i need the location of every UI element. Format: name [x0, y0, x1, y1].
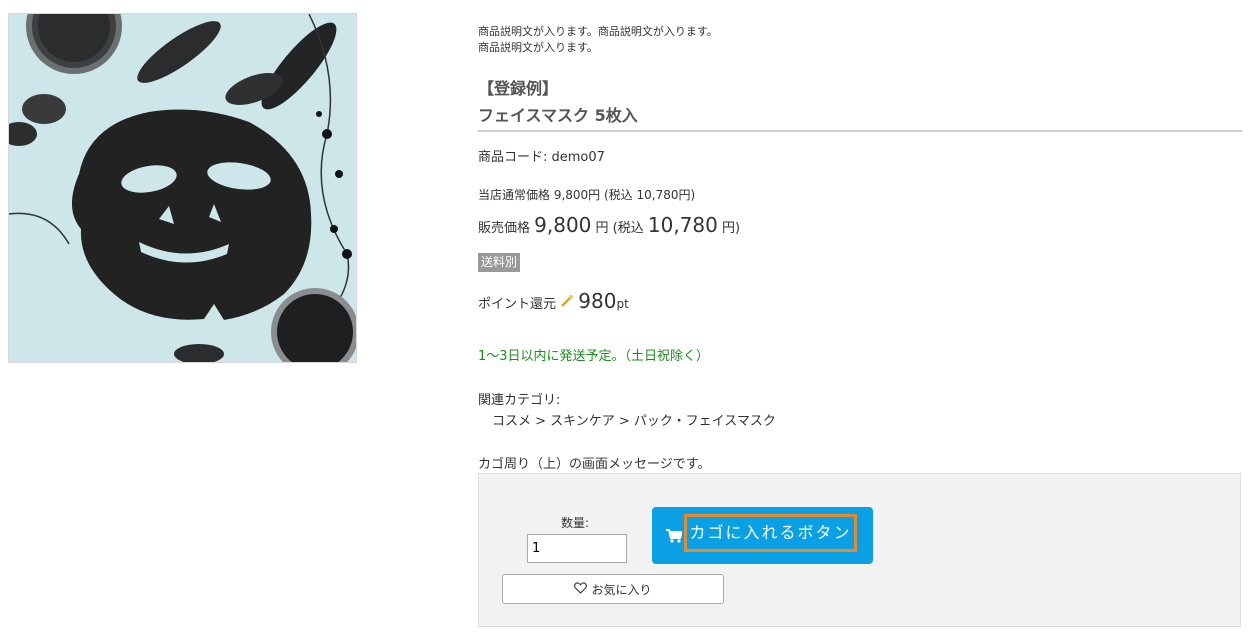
- delivery-note: 1〜3日以内に発送予定。（土日祝除く）: [478, 349, 710, 364]
- quantity-input[interactable]: [527, 534, 627, 563]
- points-row: ポイント還元 980pt: [478, 289, 629, 313]
- product-code: demo07: [551, 150, 605, 165]
- cart-message: カゴ周り（上）の画面メッセージです。: [478, 457, 711, 472]
- title-divider: [478, 130, 1242, 132]
- sale-price: 9,800: [534, 213, 592, 237]
- cart-box: 数量: カゴに入れるボタン お気に入り: [478, 473, 1241, 627]
- add-to-cart-label: カゴに入れるボタン: [684, 514, 857, 552]
- product-code-label: 商品コード:: [478, 150, 552, 165]
- sale-price-tax: 10,780: [647, 213, 718, 237]
- favorite-button[interactable]: お気に入り: [502, 574, 724, 604]
- quantity-label: 数量:: [561, 516, 590, 530]
- sale-price-row: 販売価格 9,800 円 (税込 10,780 円): [478, 213, 740, 237]
- category-label: 関連カテゴリ:: [478, 393, 561, 408]
- heart-icon: [574, 581, 588, 597]
- add-to-cart-button[interactable]: カゴに入れるボタン: [652, 507, 873, 564]
- description-line-1: 商品説明文が入ります。商品説明文が入ります。: [478, 25, 718, 38]
- points-label: ポイント還元: [478, 297, 561, 312]
- product-title: フェイスマスク 5枚入: [478, 106, 638, 125]
- sale-price-label: 販売価格: [478, 221, 535, 236]
- favorite-label: お気に入り: [591, 582, 652, 597]
- sale-price-yen-close: 円): [717, 221, 741, 236]
- registration-label: 【登録例】: [478, 79, 559, 98]
- points-value: 980: [578, 289, 617, 313]
- face-mask-photo: [9, 14, 356, 362]
- points-unit: pt: [616, 297, 629, 311]
- cart-icon: [666, 528, 684, 547]
- product-description: 商品説明文が入ります。商品説明文が入ります。 商品説明文が入ります。: [478, 24, 718, 56]
- shipping-badge: 送料別: [478, 253, 521, 272]
- product-image: [8, 13, 357, 363]
- normal-price: 当店通常価格 9,800円 (税込 10,780円): [478, 188, 696, 202]
- description-line-2: 商品説明文が入ります。: [478, 41, 598, 54]
- sale-price-yen: 円 (税込: [591, 221, 648, 236]
- category-path-link[interactable]: コスメ > スキンケア > パック・フェイスマスク: [492, 410, 776, 429]
- point-wand-icon: [560, 295, 578, 312]
- product-code-row: 商品コード: demo07: [478, 146, 605, 165]
